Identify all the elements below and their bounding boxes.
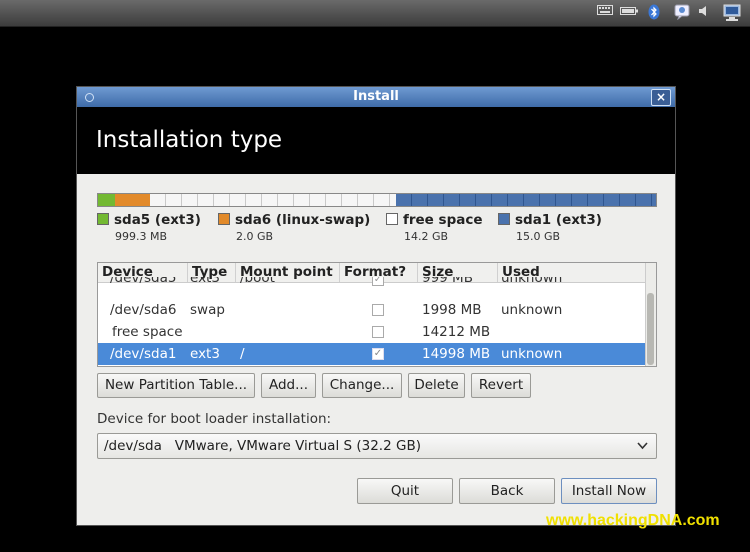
cell-device: /dev/sda6 xyxy=(110,302,177,318)
cell-device: free space xyxy=(112,324,183,340)
network-icon[interactable] xyxy=(722,4,742,22)
add-partition-button[interactable]: Add... xyxy=(261,373,316,398)
table-row[interactable]: free space 14212 MB xyxy=(98,321,646,343)
format-checkbox[interactable]: ✓ xyxy=(372,348,384,360)
back-button[interactable]: Back xyxy=(459,478,555,504)
close-button[interactable]: × xyxy=(651,89,671,106)
cell-used: unknown xyxy=(501,346,563,362)
cell-size: 14998 MB xyxy=(422,346,491,362)
page-title: Installation type xyxy=(96,127,283,153)
cell-used: unknown xyxy=(501,277,563,286)
table-row[interactable]: /dev/sda5 ext3 /boot ✓ 999 MB unknown xyxy=(98,277,646,289)
format-checkbox[interactable] xyxy=(372,304,384,316)
legend-label: sda5 (ext3) xyxy=(114,212,201,228)
legend-label: sda1 (ext3) xyxy=(515,212,602,228)
legend-item-free-space: free space 14.2 GB xyxy=(386,212,483,243)
legend-swatch-sda1 xyxy=(498,213,510,225)
install-window: Install × Installation type sda5 (ext3) … xyxy=(76,86,676,526)
legend-item-sda6: sda6 (linux-swap) 2.0 GB xyxy=(218,212,370,243)
bootloader-label: Device for boot loader installation: xyxy=(97,411,332,427)
new-partition-table-button[interactable]: New Partition Table... xyxy=(97,373,255,398)
bootloader-selected-value: /dev/sda VMware, VMware Virtual S (32.2 … xyxy=(104,438,421,454)
delete-partition-button[interactable]: Delete xyxy=(408,373,465,398)
legend-label: sda6 (linux-swap) xyxy=(235,212,371,228)
cell-type: ext3 xyxy=(190,277,220,286)
legend-size: 2.0 GB xyxy=(236,230,274,243)
page-header: Installation type xyxy=(77,107,675,174)
bluetooth-icon[interactable] xyxy=(648,4,660,22)
partition-table[interactable]: Device Type Mount point Format? Size Use… xyxy=(97,262,657,367)
cell-type: swap xyxy=(190,302,225,318)
battery-icon[interactable] xyxy=(620,4,638,22)
volume-icon[interactable] xyxy=(698,4,710,22)
format-checkbox[interactable] xyxy=(372,326,384,338)
window-titlebar[interactable]: Install × xyxy=(77,87,675,107)
chat-icon[interactable] xyxy=(674,4,692,22)
legend-label: free space xyxy=(403,212,483,228)
chevron-down-icon xyxy=(637,434,648,467)
cell-type: ext3 xyxy=(190,346,220,362)
legend-size: 999.3 MB xyxy=(115,230,168,243)
cell-device: /dev/sda5 xyxy=(110,277,177,286)
partition-bar-segment-sda6 xyxy=(115,194,150,206)
watermark: www.hackingDNA.com xyxy=(546,512,720,529)
cell-mount: /boot xyxy=(240,277,275,286)
legend-swatch-free xyxy=(386,213,398,225)
legend-item-sda1: sda1 (ext3) 15.0 GB xyxy=(498,212,602,243)
cell-used: unknown xyxy=(501,302,563,318)
partition-bar-segment-sda5 xyxy=(98,194,116,206)
window-menu-icon[interactable] xyxy=(85,93,94,102)
partition-usage-bar xyxy=(97,193,657,207)
table-scrollbar[interactable] xyxy=(645,263,656,366)
cell-mount: / xyxy=(240,346,245,362)
partition-bar-segment-sda1 xyxy=(395,194,656,206)
legend-swatch-sda6 xyxy=(218,213,230,225)
format-checkbox[interactable]: ✓ xyxy=(372,277,384,286)
legend-size: 15.0 GB xyxy=(516,230,561,243)
cell-device: /dev/sda1 xyxy=(110,346,177,362)
partition-bar-segment-free xyxy=(149,194,396,206)
top-panel xyxy=(0,0,750,27)
legend-size: 14.2 GB xyxy=(404,230,449,243)
install-now-button[interactable]: Install Now xyxy=(561,478,657,504)
change-partition-button[interactable]: Change... xyxy=(322,373,402,398)
keyboard-icon[interactable] xyxy=(597,4,613,22)
window-title: Install xyxy=(353,89,399,104)
bootloader-device-select[interactable]: /dev/sda VMware, VMware Virtual S (32.2 … xyxy=(97,433,657,459)
cell-size: 999 MB xyxy=(422,277,473,286)
quit-button[interactable]: Quit xyxy=(357,478,453,504)
scrollbar-thumb[interactable] xyxy=(647,293,654,365)
table-row-selected[interactable]: /dev/sda1 ext3 / ✓ 14998 MB unknown xyxy=(98,343,646,365)
revert-button[interactable]: Revert xyxy=(471,373,531,398)
cell-size: 1998 MB xyxy=(422,302,482,318)
table-row[interactable]: /dev/sda6 swap 1998 MB unknown xyxy=(98,299,646,321)
legend-swatch-sda5 xyxy=(97,213,109,225)
cell-size: 14212 MB xyxy=(422,324,491,340)
legend-item-sda5: sda5 (ext3) 999.3 MB xyxy=(97,212,201,243)
